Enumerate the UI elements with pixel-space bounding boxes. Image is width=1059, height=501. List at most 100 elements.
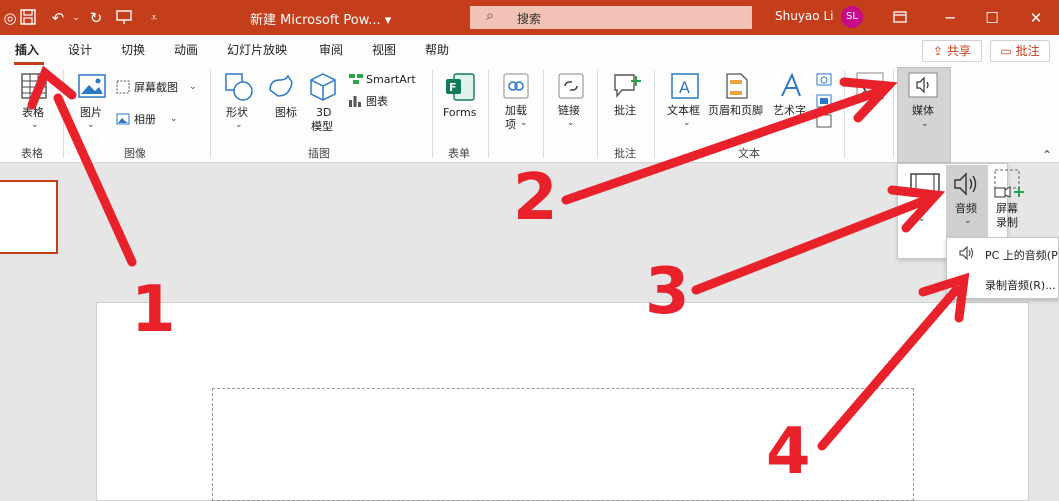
symbol-icon[interactable]: Ω [856, 72, 884, 100]
object-icon[interactable] [816, 114, 832, 128]
redo-icon[interactable]: ↻ [86, 8, 106, 28]
link-icon[interactable] [557, 72, 585, 100]
wordart-icon[interactable] [778, 72, 806, 100]
undo-dropdown-icon[interactable]: ⌄ [66, 8, 86, 28]
tab-insert[interactable]: 插入 [15, 41, 39, 58]
table-icon[interactable] [20, 72, 48, 100]
addins-icon[interactable] [502, 72, 530, 100]
link-button-label[interactable]: 链接 [558, 104, 580, 118]
screenshot-icon[interactable] [116, 80, 130, 94]
3d-model-icon[interactable] [308, 72, 338, 102]
annotation-number-4: 4 [766, 415, 811, 489]
avatar[interactable]: SL [841, 6, 863, 28]
forms-button-label[interactable]: Forms [443, 106, 476, 120]
addins-label-line2[interactable]: 项 [505, 118, 516, 132]
tab-help[interactable]: 帮助 [425, 41, 449, 58]
ribbon-display-icon[interactable] [890, 8, 910, 28]
user-name[interactable]: Shuyao Li [775, 9, 833, 23]
addins-label-line1[interactable]: 加载 [505, 104, 527, 118]
album-icon[interactable] [116, 112, 130, 126]
active-tab-indicator [14, 62, 44, 65]
share-button[interactable]: ⇪ 共享 [922, 40, 982, 62]
tab-design[interactable]: 设计 [68, 41, 92, 58]
present-icon[interactable] [114, 8, 134, 28]
shapes-icon[interactable] [224, 72, 254, 102]
screen-recording-label-line1[interactable]: 屏幕 [996, 202, 1018, 216]
close-icon[interactable]: ✕ [1026, 8, 1046, 28]
slide-number-icon[interactable] [816, 94, 832, 108]
smartart-icon[interactable] [348, 72, 364, 86]
chevron-down-icon: ⌄ [921, 119, 929, 129]
slide-thumbnail[interactable] [0, 180, 58, 254]
tab-view[interactable]: 视图 [372, 41, 396, 58]
collapse-ribbon-icon[interactable]: ⌃ [1042, 148, 1052, 162]
tab-transitions[interactable]: 切换 [121, 41, 145, 58]
save-icon[interactable] [18, 8, 38, 28]
tab-animations[interactable]: 动画 [174, 41, 198, 58]
divider [654, 70, 655, 158]
screenshot-button-label[interactable]: 屏幕截图 [134, 81, 178, 95]
audio-icon[interactable] [952, 170, 982, 198]
chevron-down-icon: ⌄ [520, 118, 528, 128]
chevron-down-icon: ⌄ [87, 120, 95, 130]
document-title[interactable]: 新建 Microsoft Pow... ▾ [250, 9, 391, 28]
icons-icon[interactable] [266, 72, 296, 102]
chevron-down-icon: ⌄ [567, 118, 575, 128]
annotation-number-3: 3 [645, 255, 690, 329]
app-icon[interactable]: ◎ [0, 8, 20, 28]
group-label-table: 表格 [21, 147, 43, 160]
media-icon[interactable] [908, 72, 938, 98]
comment-icon[interactable] [612, 72, 642, 100]
menu-item-pc-audio[interactable]: PC 上的音频(P [985, 247, 1058, 263]
video-icon[interactable] [909, 172, 941, 196]
forms-icon[interactable]: F [444, 72, 476, 102]
divider [893, 70, 894, 158]
group-label-image: 图像 [124, 147, 146, 160]
divider [844, 70, 845, 158]
ribbon-tabs: 插入 设计 切换 动画 幻灯片放映 审阅 视图 帮助 [0, 35, 1059, 66]
3d-model-label-line1[interactable]: 3D [316, 106, 331, 120]
3d-model-label-line2[interactable]: 模型 [311, 120, 333, 134]
header-footer-icon[interactable] [724, 72, 750, 100]
undo-icon[interactable]: ↶ [48, 8, 68, 28]
audio-speaker-icon [959, 245, 973, 261]
media-button-label[interactable]: 媒体 [912, 104, 934, 118]
divider [63, 70, 64, 158]
share-label: 共享 [946, 44, 971, 58]
shapes-button-label[interactable]: 形状 [226, 106, 248, 120]
tab-slideshow[interactable]: 幻灯片放映 [227, 41, 287, 58]
picture-icon[interactable] [78, 74, 106, 98]
screen-recording-label-line2[interactable]: 录制 [996, 216, 1018, 230]
search-icon: ⌕ [486, 8, 494, 24]
icons-button-label[interactable]: 图标 [275, 106, 297, 120]
customize-qat-icon[interactable]: ⩡ [144, 8, 164, 28]
date-time-icon[interactable] [816, 72, 832, 86]
album-button-label[interactable]: 相册 [134, 113, 156, 127]
textbox-button-label[interactable]: 文本框 [667, 104, 700, 118]
minimize-icon[interactable]: ─ [940, 8, 960, 28]
audio-button-label[interactable]: 音频 [955, 202, 977, 216]
menu-item-record-audio[interactable]: 录制音频(R)... [985, 277, 1056, 293]
textbox-icon[interactable]: A [670, 72, 700, 100]
divider [597, 70, 598, 158]
svg-text:F: F [449, 81, 457, 94]
search-box[interactable]: ⌕ 搜索 [470, 6, 752, 29]
chevron-down-icon: ⌄ [683, 118, 691, 128]
tab-review[interactable]: 审阅 [319, 41, 343, 58]
table-button-label[interactable]: 表格 [22, 106, 44, 120]
divider [210, 70, 211, 158]
chart-button-label[interactable]: 图表 [366, 95, 388, 109]
smartart-button-label[interactable]: SmartArt [366, 73, 416, 87]
header-footer-button-label[interactable]: 页眉和页脚 [708, 104, 763, 118]
chart-icon[interactable] [348, 94, 362, 108]
title-bar: ◎ ↶ ⌄ ↻ ⩡ 新建 Microsoft Pow... ▾ ⌕ 搜索 Shu… [0, 0, 1059, 35]
screen-recording-icon[interactable] [993, 168, 1027, 200]
picture-button-label[interactable]: 图片 [80, 106, 102, 120]
maximize-icon[interactable]: ☐ [982, 8, 1002, 28]
divider [543, 70, 544, 158]
svg-text:A: A [679, 78, 690, 97]
wordart-button-label[interactable]: 艺术字 [773, 104, 806, 118]
comment-button-label[interactable]: 批注 [614, 104, 636, 118]
comments-button[interactable]: ▭ 批注 [990, 40, 1050, 62]
group-label-forms: 表单 [448, 147, 470, 160]
